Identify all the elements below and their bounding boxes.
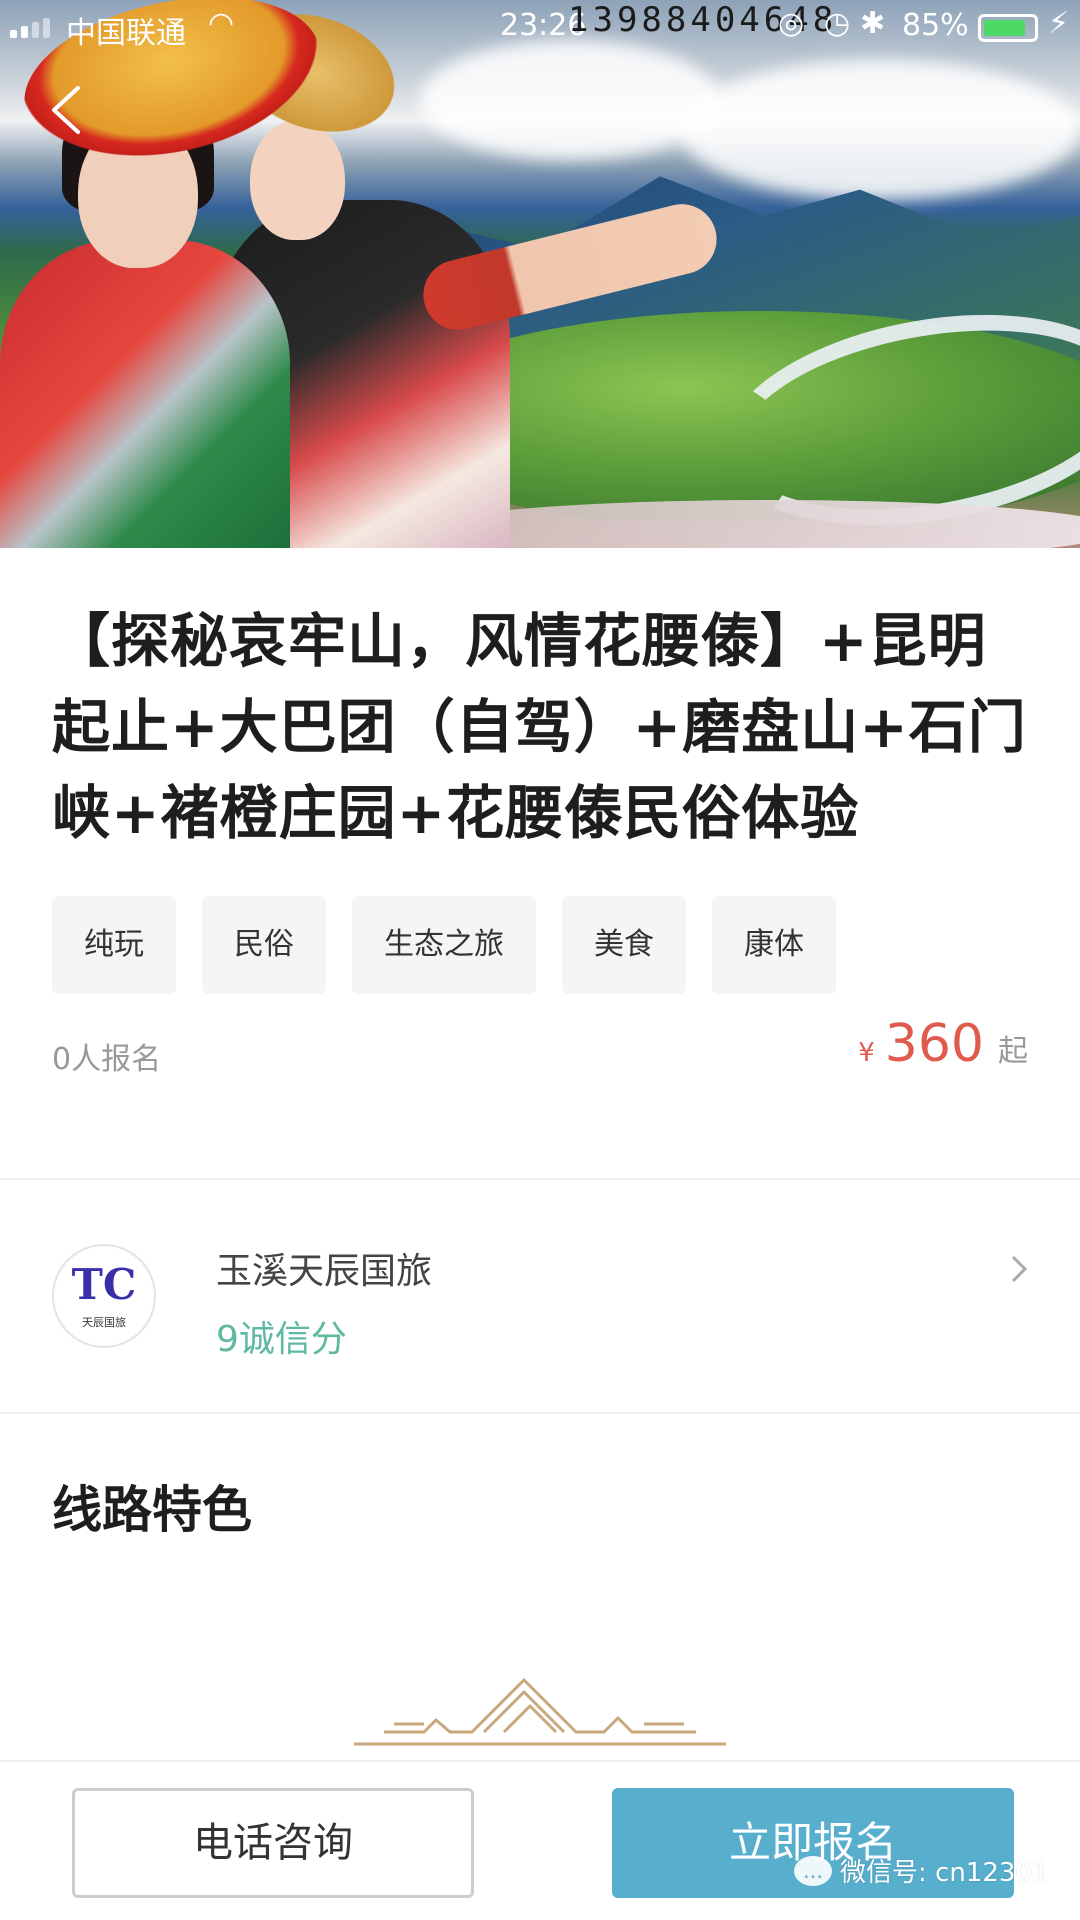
signup-count: 0人报名: [52, 1042, 162, 1077]
agency-logo-mark: TC: [71, 1260, 137, 1309]
carrier-label: 中国联通: [66, 16, 186, 51]
agency-logo-text: 天辰国旅: [82, 1316, 126, 1329]
charging-icon: ⚡: [1048, 6, 1070, 41]
cloud-decor: [420, 40, 720, 160]
price-amount: 360: [884, 1014, 984, 1074]
phone-consult-button[interactable]: 电话咨询: [72, 1788, 474, 1898]
divider: [0, 1412, 1080, 1414]
chevron-right-icon: [1010, 1254, 1028, 1292]
product-title: 【探秘哀牢山，风情花腰傣】+昆明起止+大巴团（自驾）+磨盘山+石门峡+褚橙庄园+…: [52, 607, 1027, 847]
river-foreground: [420, 500, 1080, 548]
battery-icon: [978, 14, 1038, 42]
wechat-icon: …: [794, 1855, 832, 1886]
watermark-text: 微信号: cn12301: [840, 1858, 1049, 1888]
section-title: 线路特色: [52, 1481, 252, 1539]
back-button[interactable]: [48, 84, 84, 136]
wifi-icon: ◠: [208, 6, 235, 41]
woman-left-costume: [0, 240, 290, 548]
tag-item: 康体: [712, 896, 836, 994]
tag-list: 纯玩 民俗 生态之旅 美食 康体: [52, 896, 836, 994]
chevron-left-icon: [52, 86, 80, 134]
mountain-decoration-icon: [354, 1678, 726, 1746]
wechat-watermark: … 微信号: cn12301: [794, 1852, 1049, 1889]
agency-credit-score: 9诚信分: [216, 1319, 347, 1360]
price-suffix: 起: [998, 1034, 1028, 1069]
hero-banner: [0, 0, 1080, 548]
rotation-lock-icon: ◎: [778, 6, 805, 41]
signal-icon: [10, 18, 50, 38]
status-bar: 中国联通 ◠ 23:26 13988404648 ◎ ◷ ✱ 85% ⚡: [0, 0, 1080, 54]
tag-item: 美食: [562, 896, 686, 994]
bluetooth-icon: ✱: [860, 6, 886, 41]
agency-row[interactable]: TC 天辰国旅 玉溪天辰国旅 9诚信分: [0, 1180, 1080, 1412]
tag-item: 生态之旅: [352, 896, 536, 994]
agency-name: 玉溪天辰国旅: [216, 1251, 433, 1292]
price: ¥ 360 起: [858, 1014, 1028, 1074]
cloud-decor: [680, 60, 1080, 200]
tag-item: 民俗: [202, 896, 326, 994]
price-currency: ¥: [858, 1038, 875, 1068]
bottom-action-bar: 电话咨询 立即报名: [0, 1760, 1080, 1920]
battery-percent: 85%: [902, 8, 969, 43]
agency-logo: TC 天辰国旅: [52, 1244, 156, 1348]
alarm-clock-icon: ◷: [824, 6, 851, 41]
tag-item: 纯玩: [52, 896, 176, 994]
